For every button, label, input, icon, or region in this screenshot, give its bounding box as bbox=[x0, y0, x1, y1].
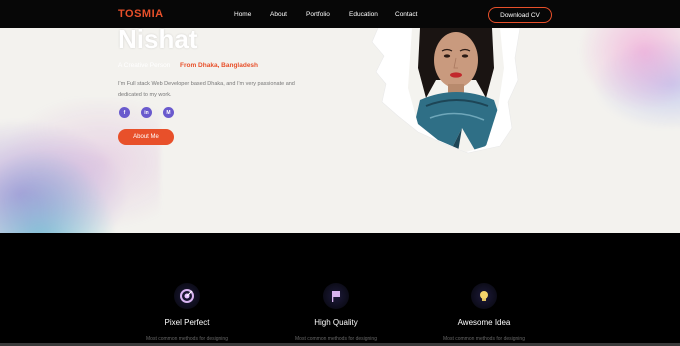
hero-section: Nishat A Creative Person From Dhaka, Ban… bbox=[0, 28, 680, 233]
feature-desc: Most common methods for designing bbox=[443, 336, 525, 342]
feature-title: High Quality bbox=[314, 318, 358, 327]
features-section: Pixel Perfect Most common methods for de… bbox=[0, 233, 680, 346]
flag-icon bbox=[323, 283, 349, 309]
navbar: TOSMIA Home About Portfolio Education Co… bbox=[0, 0, 680, 28]
page: TOSMIA Home About Portfolio Education Co… bbox=[0, 0, 680, 346]
feature-title: Pixel Perfect bbox=[164, 318, 210, 327]
nav-education[interactable]: Education bbox=[349, 11, 378, 18]
nav-home[interactable]: Home bbox=[234, 11, 251, 18]
feature-title: Awesome Idea bbox=[457, 318, 511, 327]
nav-portfolio[interactable]: Portfolio bbox=[306, 11, 330, 18]
brush-stroke-background bbox=[371, 28, 521, 154]
nav-about[interactable]: About bbox=[270, 11, 287, 18]
profile-photo bbox=[408, 28, 504, 152]
feature-desc: Most common methods for designing bbox=[295, 336, 377, 342]
brand-logo[interactable]: TOSMIA bbox=[118, 8, 164, 20]
target-icon bbox=[174, 283, 200, 309]
feature-desc: Most common methods for designing bbox=[146, 336, 228, 342]
lightbulb-icon bbox=[471, 283, 497, 309]
nav-contact[interactable]: Contact bbox=[395, 11, 417, 18]
download-cv-button[interactable]: Download CV bbox=[488, 7, 552, 23]
